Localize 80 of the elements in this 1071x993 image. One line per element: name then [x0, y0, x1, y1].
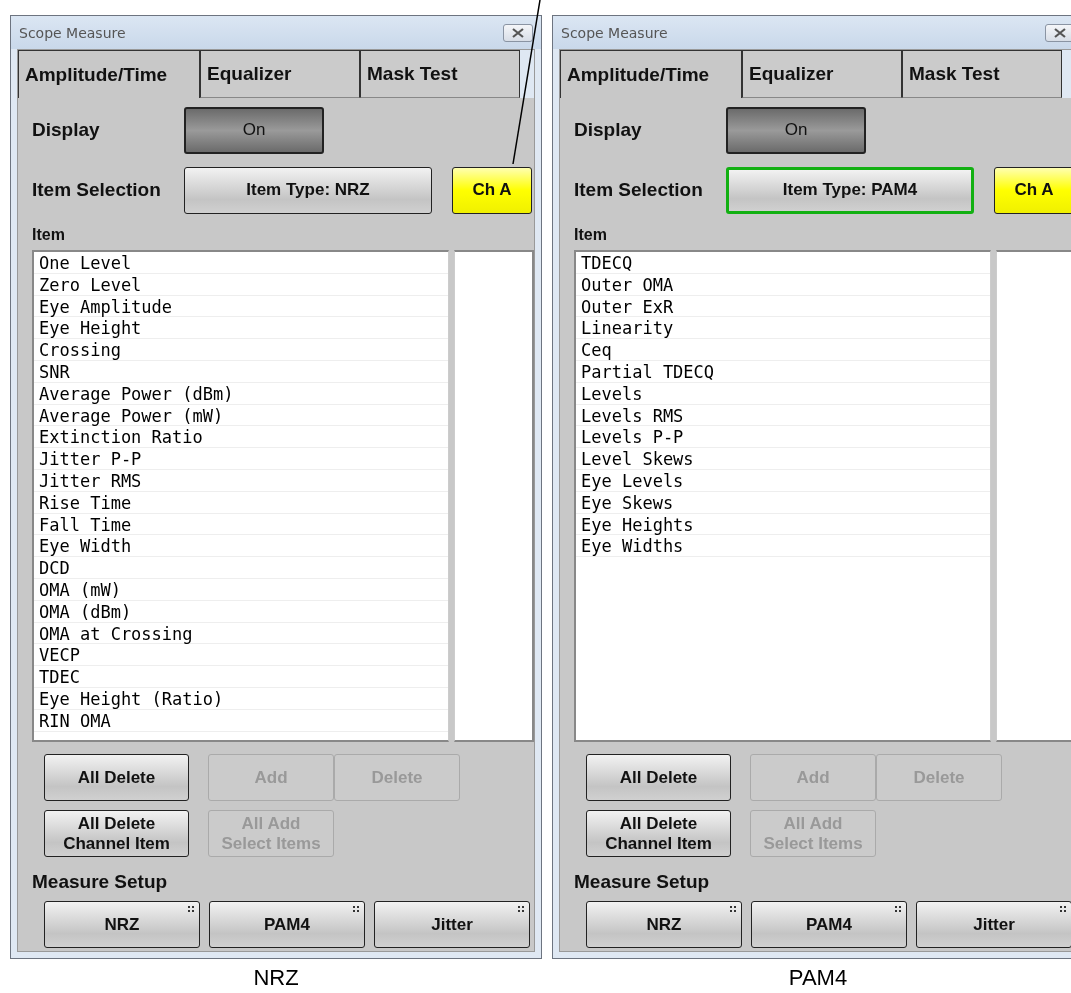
measure-setup-label: Measure Setup — [32, 871, 169, 893]
grip-icon — [730, 906, 736, 912]
action-button[interactable]: All Delete — [586, 754, 731, 801]
tab[interactable]: Mask Test — [902, 50, 1062, 98]
display-toggle[interactable]: On — [726, 106, 866, 154]
setup-button[interactable]: NRZ — [586, 901, 742, 948]
list-item[interactable]: Eye Width — [34, 535, 449, 558]
list-item[interactable]: Levels — [576, 382, 991, 405]
list-item[interactable]: Ceq — [576, 339, 991, 361]
item-selection-label: Item Selection — [32, 179, 162, 201]
grip-icon — [188, 906, 194, 912]
figure-caption: PAM4 — [788, 965, 848, 991]
action-button[interactable]: All Delete Channel Item — [44, 810, 189, 857]
tab[interactable]: Equalizer — [200, 50, 360, 98]
list-item[interactable]: OMA at Crossing — [34, 622, 449, 645]
item-selection-label: Item Selection — [574, 179, 704, 201]
list-item[interactable]: Outer OMA — [576, 273, 991, 296]
list-item[interactable]: Outer ExR — [576, 295, 991, 318]
list-item[interactable]: One Level — [34, 252, 449, 274]
setup-button[interactable]: Jitter — [374, 901, 530, 948]
figure-caption: NRZ — [253, 965, 299, 991]
display-toggle[interactable]: On — [184, 106, 324, 154]
list-item[interactable]: TDECQ — [576, 252, 991, 274]
measure-setup-label: Measure Setup — [574, 871, 711, 893]
list-item[interactable]: Jitter P-P — [34, 448, 449, 470]
list-item[interactable]: TDEC — [34, 666, 449, 688]
window-title: Scope Measure — [561, 24, 668, 41]
channel-button[interactable]: Ch A — [994, 166, 1071, 214]
display-label: Display — [32, 119, 101, 141]
close-icon — [1054, 27, 1066, 38]
list-item[interactable]: SNR — [34, 361, 449, 383]
list-item[interactable]: Eye Amplitude — [34, 295, 449, 318]
grip-icon — [353, 906, 359, 912]
item-type-button[interactable]: Item Type: NRZ — [184, 166, 432, 214]
tab[interactable]: Equalizer — [742, 50, 902, 98]
tab[interactable]: Amplitude/Time — [560, 50, 742, 98]
setup-button[interactable]: PAM4 — [751, 901, 907, 948]
grip-icon — [895, 906, 901, 912]
list-item[interactable]: Level Skews — [576, 448, 991, 470]
tab[interactable]: Amplitude/Time — [18, 50, 200, 98]
list-item[interactable]: Eye Skews — [576, 491, 991, 514]
action-button[interactable]: All Delete Channel Item — [586, 810, 731, 857]
action-button[interactable]: All Delete — [44, 754, 189, 801]
list-item[interactable]: Jitter RMS — [34, 469, 449, 492]
list-item[interactable]: Eye Height (Ratio) — [34, 687, 449, 710]
item-type-button[interactable]: Item Type: PAM4 — [726, 166, 974, 214]
close-icon — [512, 27, 524, 38]
list-item[interactable]: OMA (dBm) — [34, 600, 449, 623]
list-item[interactable]: Partial TDECQ — [576, 361, 991, 383]
list-item[interactable]: Average Power (dBm) — [34, 382, 449, 405]
item-label: Item — [32, 226, 66, 244]
list-item[interactable]: Eye Widths — [576, 535, 991, 558]
close-button[interactable] — [503, 23, 533, 42]
list-item[interactable]: Crossing — [34, 339, 449, 361]
list-item[interactable]: Extinction Ratio — [34, 426, 449, 449]
list-item[interactable]: Linearity — [576, 317, 991, 340]
list-item[interactable]: Rise Time — [34, 491, 449, 514]
list-item[interactable]: DCD — [34, 557, 449, 579]
list-item[interactable]: Zero Level — [34, 273, 449, 296]
list-item[interactable]: Fall Time — [34, 513, 449, 536]
list-item[interactable]: Eye Heights — [576, 513, 991, 536]
item-label: Item — [574, 226, 608, 244]
close-button[interactable] — [1045, 23, 1071, 42]
list-item[interactable]: Eye Height — [34, 317, 449, 340]
display-label: Display — [574, 119, 643, 141]
list-item[interactable]: Levels P-P — [576, 426, 991, 449]
list-item[interactable]: RIN OMA — [34, 709, 449, 732]
setup-button[interactable]: Jitter — [916, 901, 1071, 948]
list-item[interactable]: Levels RMS — [576, 404, 991, 427]
window-title: Scope Measure — [19, 24, 126, 41]
list-item[interactable]: Eye Levels — [576, 469, 991, 492]
grip-icon — [1060, 906, 1066, 912]
tab[interactable]: Mask Test — [360, 50, 520, 98]
setup-button[interactable]: PAM4 — [209, 901, 365, 948]
list-item[interactable]: OMA (mW) — [34, 578, 449, 601]
setup-button[interactable]: NRZ — [44, 901, 200, 948]
grip-icon — [518, 906, 524, 912]
channel-button[interactable]: Ch A — [452, 166, 532, 214]
list-item[interactable]: VECP — [34, 644, 449, 667]
list-item[interactable]: Average Power (mW) — [34, 404, 449, 427]
